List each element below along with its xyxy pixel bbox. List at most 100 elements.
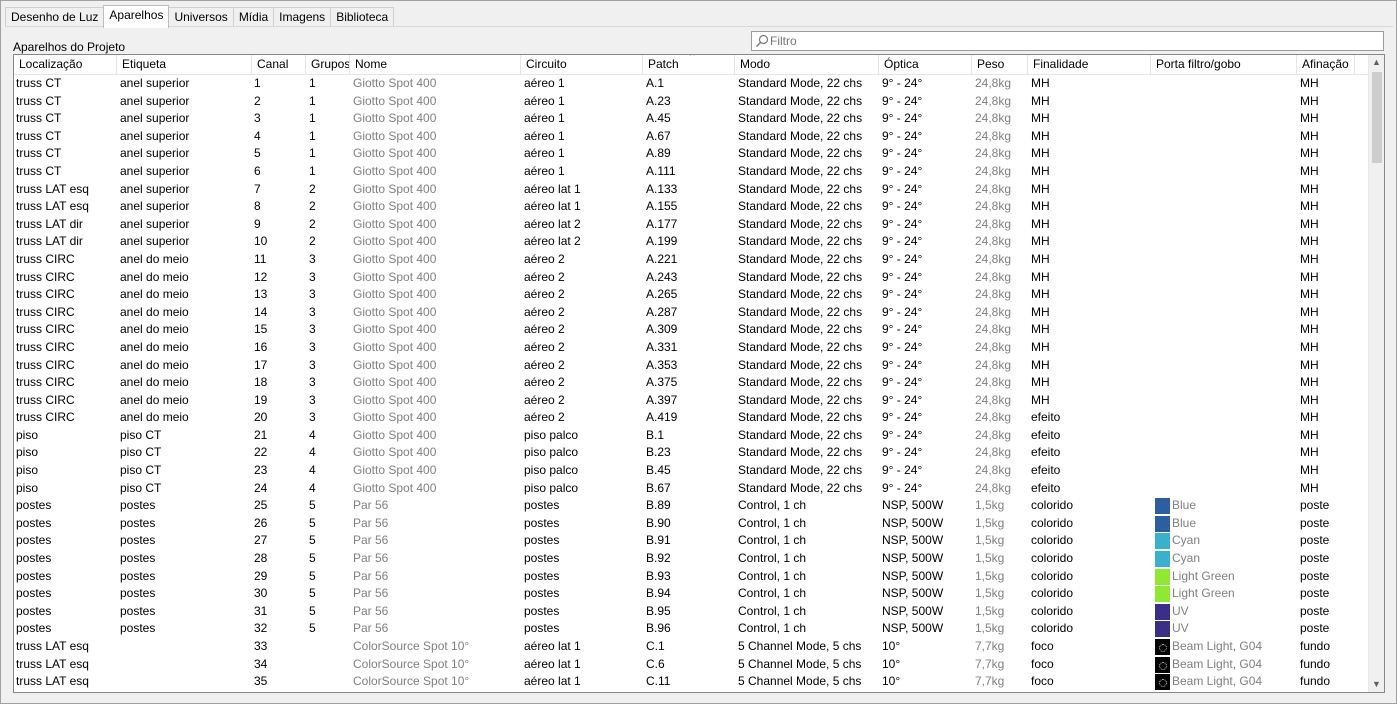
col-porta-filtro-cell [1155, 427, 1297, 445]
col-porta-filtro-header[interactable]: Porta filtro/gobo [1151, 55, 1297, 74]
col-afinacao-header[interactable]: Afinação [1297, 55, 1355, 74]
table-row[interactable]: truss LAT esq 35 ColorSource Spot 10° aéreo… [14, 673, 1370, 691]
table-row[interactable]: truss CIRC anel do meio 20 3 Giotto Spot 400… [14, 409, 1370, 427]
col-grupos-cell [309, 638, 350, 656]
col-finalidade-header[interactable]: Finalidade [1028, 55, 1151, 74]
table-row[interactable]: truss LAT esq anel superior 8 2 Giotto Spot … [14, 198, 1370, 216]
table-row[interactable]: truss LAT dir anel superior 10 2 Giotto Spot… [14, 233, 1370, 251]
col-canal-header[interactable]: Canal [252, 55, 306, 74]
scroll-down-icon[interactable]: ▼ [1369, 677, 1384, 692]
table-row[interactable]: truss CT anel superior 2 1 Giotto Spot 400 aé… [14, 93, 1370, 111]
table-row[interactable]: postes postes 29 5 Par 56 postes B.93 Control, … [14, 568, 1370, 586]
filter-field[interactable] [751, 31, 1384, 51]
vertical-scrollbar[interactable]: ▲ ▼ [1368, 55, 1384, 692]
table-row[interactable]: truss LAT esq 34 ColorSource Spot 10° aéreo… [14, 656, 1370, 674]
col-finalidade-cell: efeito [1031, 445, 1061, 460]
col-modo-cell: Standard Mode, 22 chs [738, 445, 863, 460]
table-row[interactable]: postes postes 25 5 Par 56 postes B.89 Control, … [14, 497, 1370, 515]
tab-5[interactable]: Biblioteca [330, 7, 395, 27]
tab-0[interactable]: Desenho de Luz [5, 7, 105, 27]
col-grupos-cell: 2 [309, 199, 316, 214]
col-peso-cell: 24,8kg [975, 357, 1012, 372]
table-row[interactable]: truss CIRC anel do meio 12 3 Giotto Spot 400… [14, 269, 1370, 287]
table-row[interactable]: truss LAT dir anel superior 9 2 Giotto Spot … [14, 216, 1370, 234]
col-afinacao-cell: MH [1300, 427, 1319, 442]
col-nome-cell: ColorSource Spot 10° [353, 639, 470, 653]
col-etiqueta-cell: postes [120, 551, 156, 566]
table-row[interactable]: postes postes 28 5 Par 56 postes B.92 Control, … [14, 550, 1370, 568]
col-modo-cell: Standard Mode, 22 chs [738, 146, 863, 161]
table-row[interactable]: truss CIRC anel do meio 14 3 Giotto Spot 400… [14, 304, 1370, 322]
table-row[interactable]: truss CT anel superior 1 1 Giotto Spot 400 aé… [14, 75, 1370, 93]
col-nome-cell: Par 56 [353, 498, 389, 513]
col-peso-cell: 24,8kg [975, 146, 1012, 161]
table-row[interactable]: piso piso CT 22 4 Giotto Spot 400 piso palco B… [14, 444, 1370, 462]
table-row[interactable]: truss CIRC anel do meio 17 3 Giotto Spot 400… [14, 357, 1370, 375]
table-row[interactable]: postes postes 27 5 Par 56 postes B.91 Control, … [14, 532, 1370, 550]
filter-input[interactable] [770, 33, 1370, 49]
col-patch-cell: C.11 [646, 674, 671, 689]
col-optica-cell: 9° - 24° [882, 234, 923, 249]
col-finalidade-cell: MH [1031, 287, 1050, 302]
table-row[interactable]: truss CIRC anel do meio 18 3 Giotto Spot 400… [14, 374, 1370, 392]
col-afinacao-cell: poste [1300, 533, 1330, 548]
table-row[interactable]: postes postes 26 5 Par 56 postes B.90 Control, … [14, 515, 1370, 533]
tab-3[interactable]: Mídia [232, 7, 275, 27]
table-row[interactable]: postes postes 31 5 Par 56 postes B.95 Control, … [14, 603, 1370, 621]
table-row[interactable]: truss CIRC anel do meio 13 3 Giotto Spot 400… [14, 286, 1370, 304]
col-modo-cell: Standard Mode, 22 chs [738, 463, 863, 478]
filter-gobo-label: Beam Light, G04 [1172, 656, 1263, 671]
col-localizacao-cell: truss CT [16, 111, 62, 126]
col-peso-header[interactable]: Peso [972, 55, 1028, 74]
col-etiqueta-header[interactable]: Etiqueta [117, 55, 252, 74]
table-row[interactable]: truss LAT esq 33 ColorSource Spot 10° aéreo… [14, 638, 1370, 656]
col-etiqueta-cell: anel superior [120, 93, 190, 108]
col-patch-cell: B.1 [646, 427, 665, 442]
col-modo-cell: Standard Mode, 22 chs [738, 287, 863, 302]
table-row[interactable]: piso piso CT 23 4 Giotto Spot 400 piso palco B… [14, 462, 1370, 480]
col-localizacao-cell: truss LAT esq [16, 199, 89, 214]
col-localizacao-cell: truss CIRC [16, 251, 75, 266]
col-optica-cell: 9° - 24° [882, 357, 923, 372]
col-localizacao-cell: truss CT [16, 163, 62, 178]
col-modo-header[interactable]: Modo [735, 55, 879, 74]
col-peso-cell: 24,8kg [975, 322, 1012, 337]
table-row[interactable]: truss LAT esq anel superior 7 2 Giotto Spot … [14, 181, 1370, 199]
col-grupos-header[interactable]: Grupos [306, 55, 350, 74]
col-peso-cell: 1,5kg [975, 533, 1005, 548]
col-patch-header[interactable]: Patch [643, 55, 735, 74]
col-modo-cell: Standard Mode, 22 chs [738, 480, 863, 495]
table-row[interactable]: truss CT anel superior 5 1 Giotto Spot 400 aé… [14, 145, 1370, 163]
col-circuito-cell: piso palco [524, 427, 579, 442]
col-modo-cell: Control, 1 ch [738, 498, 807, 513]
table-row[interactable]: truss CIRC anel do meio 19 3 Giotto Spot 400… [14, 392, 1370, 410]
table-row[interactable]: truss CT anel superior 3 1 Giotto Spot 400 aé… [14, 110, 1370, 128]
col-afinacao-cell: MH [1300, 322, 1319, 337]
table-row[interactable]: postes postes 32 5 Par 56 postes B.96 Control, … [14, 620, 1370, 638]
col-etiqueta-cell: postes [120, 621, 156, 636]
col-circuito-header[interactable]: Circuito [521, 55, 643, 74]
table-row[interactable]: truss CT anel superior 6 1 Giotto Spot 400 aé… [14, 163, 1370, 181]
table-row[interactable]: truss CIRC anel do meio 11 3 Giotto Spot 400… [14, 251, 1370, 269]
table-row[interactable]: truss CT anel superior 4 1 Giotto Spot 400 aé… [14, 128, 1370, 146]
scroll-thumb[interactable] [1372, 72, 1382, 163]
scroll-up-icon[interactable]: ▲ [1369, 55, 1384, 70]
table-row[interactable]: truss CIRC anel do meio 16 3 Giotto Spot 400… [14, 339, 1370, 357]
col-optica-cell: 9° - 24° [882, 463, 923, 478]
col-modo-cell: 5 Channel Mode, 5 chs [738, 639, 862, 653]
col-etiqueta-cell: anel do meio [120, 410, 189, 425]
col-nome-header[interactable]: Nome [350, 55, 521, 74]
table-row[interactable]: truss CIRC anel do meio 15 3 Giotto Spot 400… [14, 321, 1370, 339]
table-row[interactable]: piso piso CT 21 4 Giotto Spot 400 piso palco B… [14, 427, 1370, 445]
table-row[interactable]: piso piso CT 24 4 Giotto Spot 400 piso palco B… [14, 480, 1370, 498]
col-etiqueta-cell: anel do meio [120, 392, 189, 407]
col-optica-header[interactable]: Óptica [879, 55, 972, 74]
tab-2[interactable]: Universos [168, 7, 234, 27]
table-body: truss CT anel superior 1 1 Giotto Spot 400 aé… [14, 75, 1370, 691]
tab-4[interactable]: Imagens [273, 7, 332, 27]
col-modo-cell: Standard Mode, 22 chs [738, 251, 863, 266]
table-row[interactable]: postes postes 30 5 Par 56 postes B.94 Control, … [14, 585, 1370, 603]
tab-1[interactable]: Aparelhos [103, 5, 170, 28]
col-localizacao-header[interactable]: Localização [14, 55, 117, 74]
col-etiqueta-cell: piso CT [120, 480, 162, 495]
